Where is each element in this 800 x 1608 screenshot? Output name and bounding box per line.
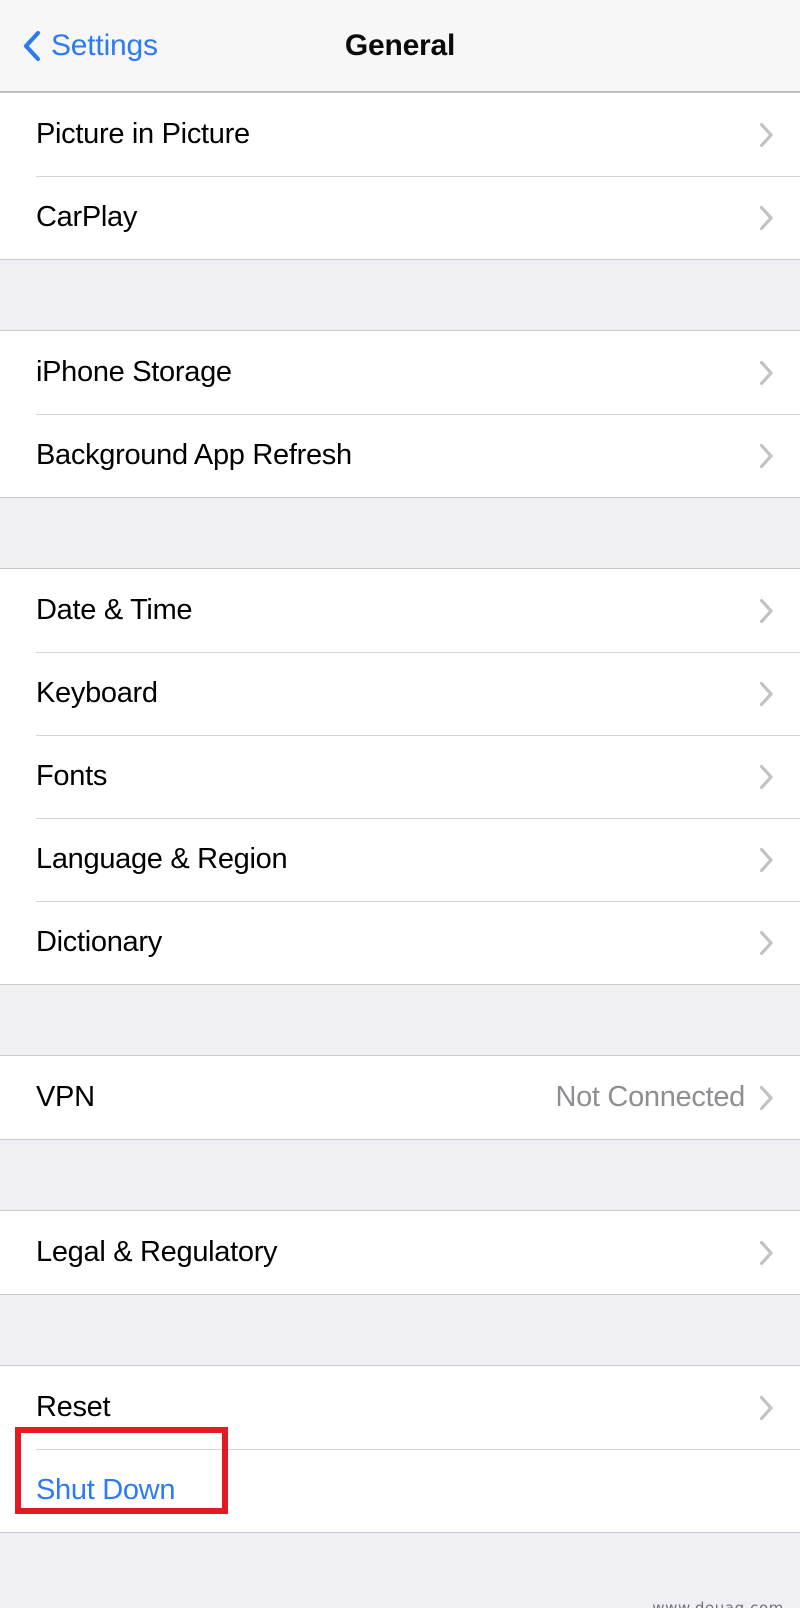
chevron-right-icon bbox=[759, 1085, 774, 1111]
group-separator bbox=[0, 260, 800, 330]
chevron-right-icon bbox=[759, 443, 774, 469]
row-accessory-area bbox=[759, 598, 774, 624]
row-label: Fonts bbox=[36, 760, 108, 792]
row-accessory-area bbox=[759, 764, 774, 790]
row-label: VPN bbox=[36, 1081, 95, 1113]
settings-group: VPN Not Connected bbox=[0, 1055, 800, 1140]
chevron-right-icon bbox=[759, 1395, 774, 1421]
row-accessory-area bbox=[759, 122, 774, 148]
row-label: Keyboard bbox=[36, 677, 158, 709]
settings-row-background-app-refresh[interactable]: Background App Refresh bbox=[0, 414, 800, 497]
settings-group: Picture in Picture CarPlay bbox=[0, 92, 800, 260]
group-separator bbox=[0, 1295, 800, 1365]
group-separator bbox=[0, 498, 800, 568]
chevron-right-icon bbox=[759, 681, 774, 707]
settings-row-dictionary[interactable]: Dictionary bbox=[0, 901, 800, 984]
chevron-right-icon bbox=[759, 930, 774, 956]
settings-row-carplay[interactable]: CarPlay bbox=[0, 176, 800, 259]
row-accessory-area bbox=[759, 1395, 774, 1421]
settings-row-shut-down[interactable]: Shut Down bbox=[0, 1449, 800, 1532]
settings-row-iphone-storage[interactable]: iPhone Storage bbox=[0, 331, 800, 414]
row-accessory-area bbox=[759, 360, 774, 386]
settings-row-picture-in-picture[interactable]: Picture in Picture bbox=[0, 93, 800, 176]
settings-group: Date & Time Keyboard Fonts Language & Regio… bbox=[0, 568, 800, 985]
row-label: Picture in Picture bbox=[36, 118, 250, 150]
settings-row-legal-regulatory[interactable]: Legal & Regulatory bbox=[0, 1211, 800, 1294]
row-value: Not Connected bbox=[555, 1081, 745, 1113]
row-accessory-area bbox=[759, 205, 774, 231]
back-button[interactable]: Settings bbox=[22, 30, 158, 62]
footer-area: www.deuaq.com bbox=[0, 1533, 800, 1608]
chevron-right-icon bbox=[759, 205, 774, 231]
row-label: Background App Refresh bbox=[36, 439, 352, 471]
settings-row-fonts[interactable]: Fonts bbox=[0, 735, 800, 818]
chevron-right-icon bbox=[759, 360, 774, 386]
chevron-right-icon bbox=[759, 847, 774, 873]
chevron-right-icon bbox=[759, 122, 774, 148]
settings-row-vpn[interactable]: VPN Not Connected bbox=[0, 1056, 800, 1139]
settings-row-language-region[interactable]: Language & Region bbox=[0, 818, 800, 901]
settings-list: Picture in Picture CarPlay iPhone Storage B… bbox=[0, 92, 800, 1533]
back-button-label: Settings bbox=[51, 28, 158, 62]
row-label: Language & Region bbox=[36, 843, 288, 875]
settings-row-keyboard[interactable]: Keyboard bbox=[0, 652, 800, 735]
iphone-settings-screen: Settings General Picture in Picture CarPl… bbox=[0, 0, 800, 1608]
row-accessory-area bbox=[759, 847, 774, 873]
settings-group: iPhone Storage Background App Refresh bbox=[0, 330, 800, 498]
group-separator bbox=[0, 1140, 800, 1210]
chevron-right-icon bbox=[759, 764, 774, 790]
row-label: CarPlay bbox=[36, 201, 138, 233]
row-label: Reset bbox=[36, 1391, 111, 1423]
row-label: Shut Down bbox=[36, 1474, 176, 1506]
settings-row-reset[interactable]: Reset bbox=[0, 1366, 800, 1449]
settings-group: Legal & Regulatory bbox=[0, 1210, 800, 1295]
row-label: iPhone Storage bbox=[36, 356, 232, 388]
row-label: Legal & Regulatory bbox=[36, 1236, 278, 1268]
navigation-bar: Settings General bbox=[0, 0, 800, 92]
row-label: Date & Time bbox=[36, 594, 193, 626]
row-accessory-area bbox=[759, 930, 774, 956]
chevron-left-icon bbox=[22, 30, 41, 62]
group-separator bbox=[0, 985, 800, 1055]
settings-row-date-time[interactable]: Date & Time bbox=[0, 569, 800, 652]
row-accessory-area bbox=[759, 1240, 774, 1266]
chevron-right-icon bbox=[759, 598, 774, 624]
row-accessory-area bbox=[759, 443, 774, 469]
row-accessory-area bbox=[759, 681, 774, 707]
settings-group: Reset Shut Down bbox=[0, 1365, 800, 1533]
watermark-text: www.deuaq.com bbox=[652, 1599, 784, 1608]
chevron-right-icon bbox=[759, 1240, 774, 1266]
row-label: Dictionary bbox=[36, 926, 162, 958]
row-accessory-area: Not Connected bbox=[555, 1083, 774, 1112]
